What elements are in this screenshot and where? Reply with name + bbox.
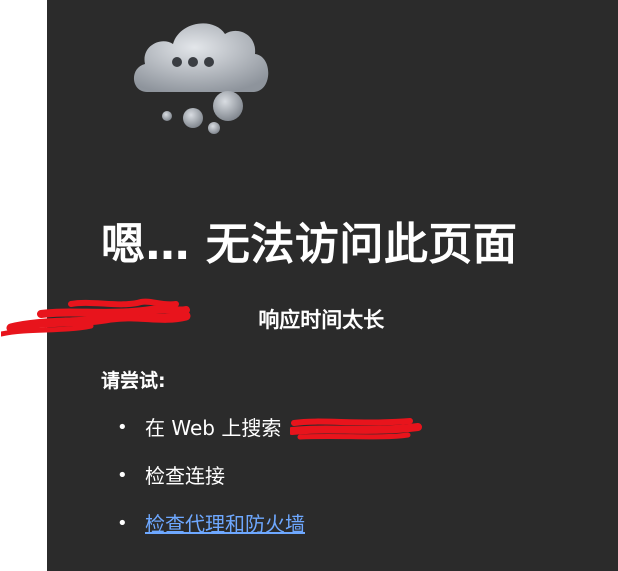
page-title: 嗯… 无法访问此页面: [101, 219, 518, 270]
suggestion-check-proxy-firewall[interactable]: • 检查代理和防火墙: [101, 500, 416, 548]
suggestion-text: 在 Web 上搜索: [145, 416, 282, 440]
suggestion-text: 检查连接: [145, 464, 225, 488]
suggestion-check-connection: • 检查连接: [101, 452, 416, 500]
search-query-link[interactable]: [288, 417, 422, 441]
redacted-hostname: [1, 298, 251, 337]
bullet: •: [117, 417, 128, 438]
bullet: •: [117, 465, 128, 486]
cloud-thinking-icon: [127, 10, 277, 135]
error-reason: 响应时间太长: [258, 308, 385, 332]
suggestions-heading: 请尝试:: [101, 370, 166, 392]
error-message: 响应时间太长: [1, 298, 385, 337]
suggestion-list: • 在 Web 上搜索 • 检查连接 • 检查代理和防火墙: [101, 404, 422, 548]
suggestion-search-web: • 在 Web 上搜索: [101, 404, 422, 452]
check-proxy-firewall-link[interactable]: 检查代理和防火墙: [145, 512, 305, 536]
left-margin: [0, 0, 47, 571]
error-page: 嗯… 无法访问此页面 响应时间太长 请尝试: • 在 Web 上搜索 • 检查连…: [1, 0, 618, 571]
bullet: •: [117, 513, 128, 534]
